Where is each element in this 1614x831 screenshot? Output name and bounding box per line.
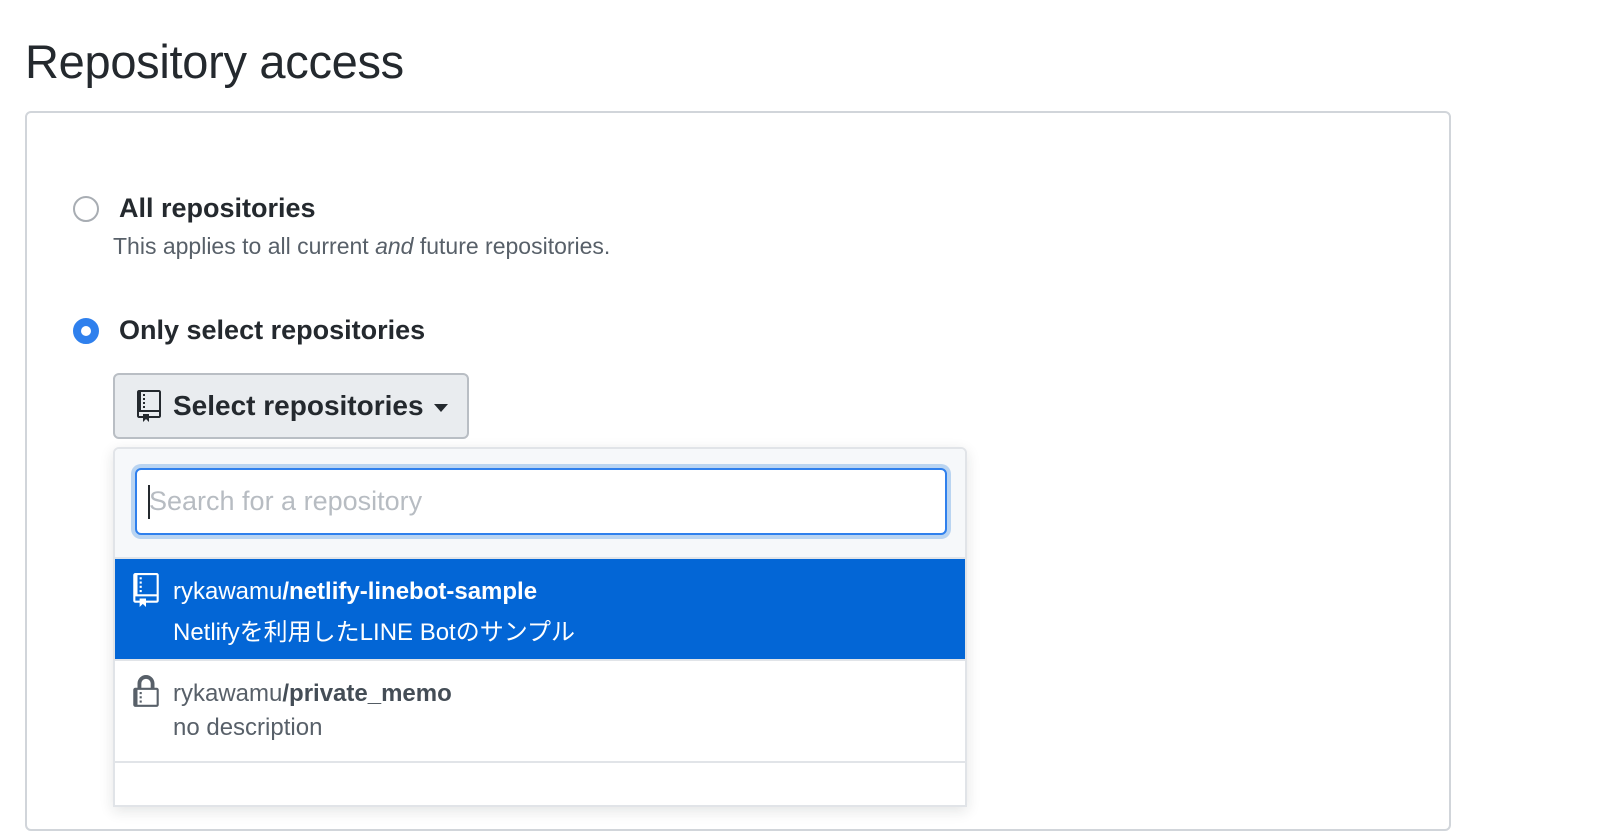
all-repositories-radio[interactable] [73,196,99,222]
repository-dropdown: rykawamu/netlify-linebot-sample Netlifyを… [113,447,967,807]
repo-full-name: rykawamu/private_memo [173,680,452,708]
repo-full-name: rykawamu/netlify-linebot-sample [173,578,537,606]
repo-icon [133,573,159,607]
note-emphasis: and [375,233,414,259]
only-select-repositories-label[interactable]: Only select repositories [119,315,425,346]
lock-icon [133,675,159,707]
text-cursor [148,485,150,519]
select-repositories-label: Select repositories [173,390,424,421]
repo-name: netlify-linebot-sample [289,578,538,605]
repo-owner: rykawamu [173,680,283,707]
all-repositories-label[interactable]: All repositories [119,193,316,224]
note-prefix: This applies to all current [113,233,376,259]
chevron-down-icon [433,404,448,412]
repo-description: no description [173,714,323,741]
select-repositories-button[interactable]: Select repositories [113,373,469,439]
repo-description: Netlifyを利用したLINE Botのサンプル [173,619,576,646]
repo-owner: rykawamu [173,578,283,605]
repository-search-input[interactable] [135,468,947,535]
repo-icon [137,390,161,422]
repo-name: private_memo [289,680,452,707]
repo-list-item[interactable]: rykawamu/netlify-linebot-sample Netlifyを… [115,559,965,661]
note-suffix: future repositories. [413,233,611,259]
dropdown-header [115,449,965,559]
repo-list-item[interactable]: rykawamu/private_memo no description [115,661,965,763]
page-title: Repository access [25,35,404,88]
all-repositories-note: This applies to all current and future r… [113,233,610,260]
only-select-repositories-radio[interactable] [73,318,99,344]
repo-list-item[interactable] [115,763,965,805]
